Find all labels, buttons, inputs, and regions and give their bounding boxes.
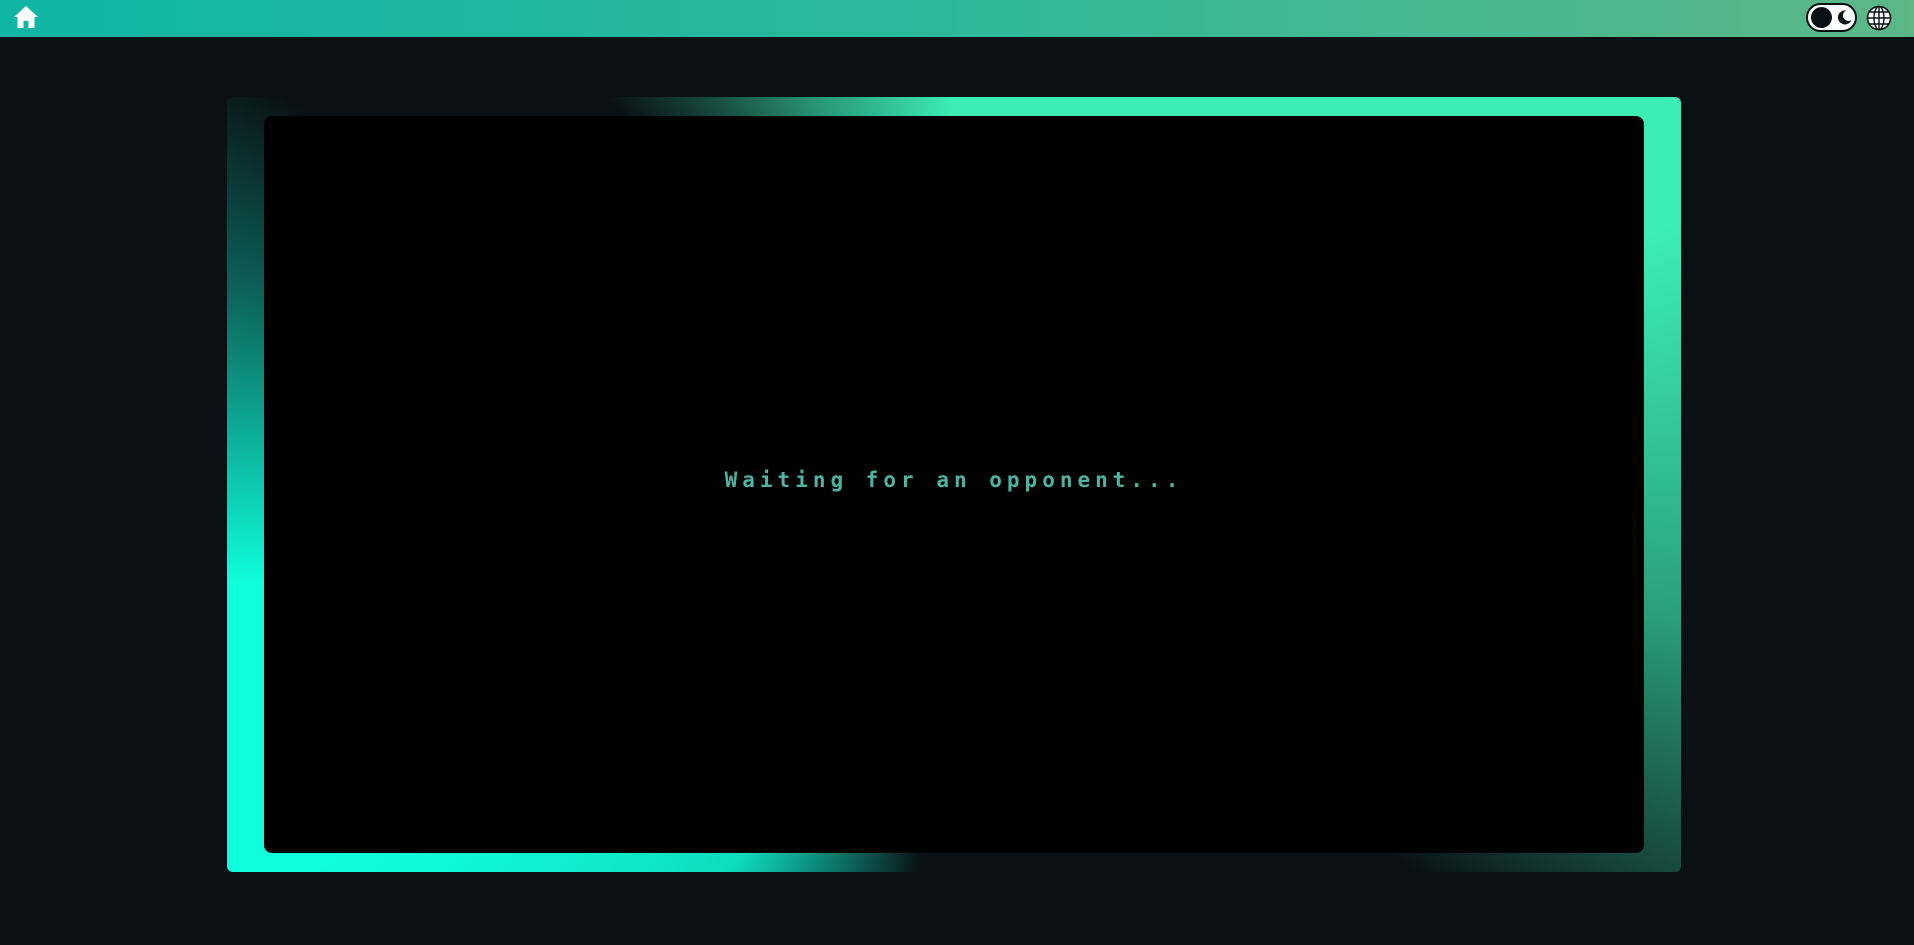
home-button[interactable] — [11, 2, 41, 32]
game-board[interactable]: Waiting for an opponent... — [264, 116, 1644, 853]
top-bar — [0, 0, 1914, 37]
language-button[interactable] — [1864, 3, 1894, 33]
moon-icon — [1837, 10, 1852, 25]
globe-icon — [1866, 5, 1892, 31]
waiting-status: Waiting for an opponent... — [724, 468, 1184, 492]
home-icon — [14, 6, 38, 28]
toggle-knob — [1811, 7, 1832, 28]
theme-toggle[interactable] — [1806, 3, 1857, 32]
